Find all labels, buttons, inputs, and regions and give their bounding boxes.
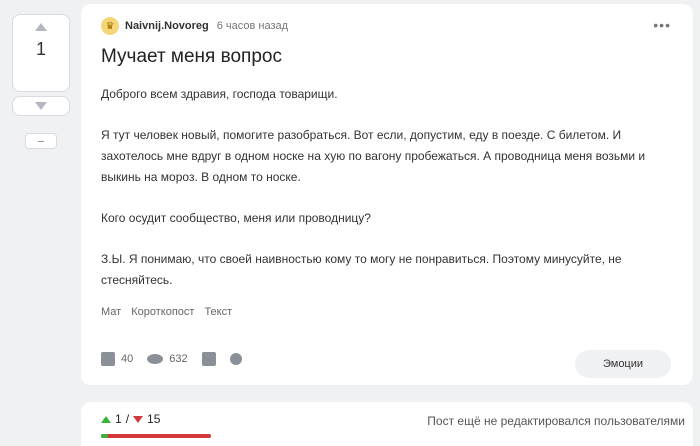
rating-bar-fill	[101, 434, 108, 438]
plus-count: 1	[115, 412, 122, 426]
views-count: 632	[169, 353, 188, 365]
hide-post-button[interactable]: –	[25, 133, 57, 149]
tag-link[interactable]: Мат	[101, 306, 121, 318]
rating-stats-card: 1 / 15 Пост ещё не редактировался пользо…	[81, 402, 693, 446]
rating-bar	[101, 434, 211, 438]
crown-avatar-icon[interactable]: ♛	[101, 17, 119, 35]
author-name[interactable]: Naivnij.Novoreg	[125, 20, 209, 32]
edit-note: Пост ещё не редактировался пользователям…	[427, 414, 685, 428]
post-body: Доброго всем здравия, господа товарищи. …	[101, 84, 676, 311]
comment-icon	[101, 352, 115, 366]
post-time: 6 часов назад	[216, 20, 289, 32]
share-icon[interactable]	[229, 353, 242, 365]
post-tags: Мат Короткопост Текст	[101, 306, 232, 318]
post-paragraph: З.Ы. Я понимаю, что своей наивностью ком…	[101, 252, 622, 287]
rating-breakdown: 1 / 15	[101, 412, 160, 426]
post-title[interactable]: Мучает меня вопрос	[101, 46, 282, 68]
eye-icon	[147, 354, 164, 364]
comment-count: 40	[121, 353, 134, 365]
more-options-icon[interactable]: •••	[653, 17, 671, 33]
save-icon[interactable]	[201, 352, 216, 366]
post-header: ♛ Naivnij.Novoreg 6 часов назад	[101, 17, 288, 35]
downvote-button[interactable]	[12, 96, 70, 116]
minus-icon	[133, 415, 144, 423]
post-paragraph: Я тут человек новый, помогите разобратьс…	[101, 128, 646, 184]
post-paragraph: Доброго всем здравия, господа товарищи.	[101, 87, 338, 101]
rating-separator: /	[125, 412, 130, 426]
vote-count: 1	[35, 39, 46, 59]
tag-link[interactable]: Текст	[204, 306, 232, 318]
minus-count: 15	[147, 412, 161, 426]
vote-rail: 1 –	[12, 14, 70, 149]
downvote-icon	[35, 102, 47, 110]
post-card: ♛ Naivnij.Novoreg 6 часов назад ••• Муча…	[81, 4, 693, 385]
tag-link[interactable]: Короткопост	[131, 306, 194, 318]
post-paragraph: Кого осудит сообщество, меня или проводн…	[101, 211, 371, 225]
vote-box: 1	[12, 14, 70, 92]
post-footer: 40 632	[101, 352, 242, 366]
upvote-icon[interactable]	[35, 23, 47, 31]
emotions-button[interactable]: Эмоции	[575, 350, 671, 378]
views-counter: 632	[147, 353, 188, 365]
plus-icon	[101, 415, 111, 423]
comments-button[interactable]: 40	[101, 352, 133, 366]
